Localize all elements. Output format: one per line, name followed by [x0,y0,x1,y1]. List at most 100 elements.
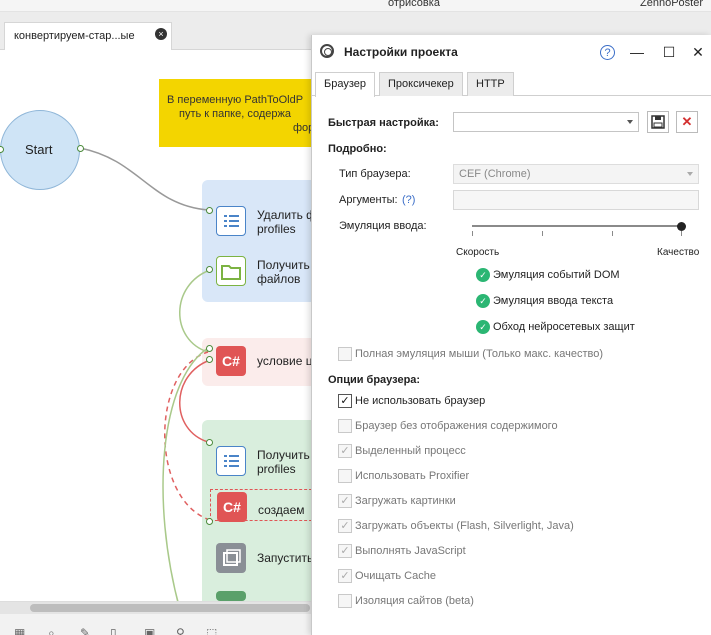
option-checkbox-proxifier[interactable] [338,469,352,483]
slider-handle[interactable] [677,222,686,231]
tab-http[interactable]: HTTP [467,72,514,96]
option-checkbox-images[interactable]: ✓ [338,494,352,508]
tab-proxychecker[interactable]: Проксичекер [379,72,463,96]
quick-setup-select[interactable] [453,112,639,132]
dialog-body: Быстрая настройка: ✕ Подробно: Тип брауз… [312,97,711,635]
top-bar-right-text: ZennoPoster [640,0,703,9]
node-get-files[interactable]: Получить файлов [210,254,322,286]
close-button[interactable]: ✕ [689,43,707,61]
horizontal-scrollbar[interactable] [0,602,312,614]
select-icon[interactable]: ⬚ [206,626,220,635]
node-text-1b: profiles [257,222,296,236]
option-label: Загружать картинки [355,495,456,507]
app-window: { "topbar": {"left_text": "отрисовка", "… [0,0,711,635]
node-port[interactable] [206,518,213,525]
node-text-2a: Получить [257,258,310,272]
node-text-4b: profiles [257,462,296,476]
node-port[interactable] [206,207,213,214]
scrollbar-thumb[interactable] [30,604,310,612]
project-settings-dialog: Настройки проекта ? — ☐ ✕ Браузер Прокси… [311,35,711,635]
start-label: Start [25,142,53,157]
gear-icon [320,44,334,58]
emulation-feature-2: Эмуляция ввода текста [493,295,614,307]
option-checkbox-dedicated-process[interactable]: ✓ [338,444,352,458]
canvas-note[interactable]: В переменную PathToOldP путь к папке, со… [159,79,311,147]
option-checkbox-clear-cache[interactable]: ✓ [338,569,352,583]
node-condition[interactable]: C# условие ц [210,344,322,376]
browser-type-select[interactable]: CEF (Chrome) [453,164,699,184]
save-button[interactable] [647,111,669,133]
close-icon: ✕ [681,114,693,129]
node-get-profiles[interactable]: Получить profiles [210,444,322,476]
emulation-feature-1: Эмуляция событий DOM [493,269,620,281]
check-circle-icon: ✓ [476,294,490,308]
list-icon [216,446,246,476]
slider-min-label: Скорость [456,247,500,258]
note-line-3: форм [293,122,311,134]
panel-icon[interactable]: ▣ [144,626,158,635]
maximize-button[interactable]: ☐ [660,43,678,61]
input-emulation-label: Эмуляция ввода: [339,220,427,232]
arguments-field[interactable] [453,190,699,210]
option-checkbox-javascript[interactable]: ✓ [338,544,352,558]
slider-tick [542,231,543,236]
full-mouse-label: Полная эмуляция мыши (Только макс. качес… [355,348,603,360]
slider-max-label: Качество [657,247,700,258]
folder-icon [216,256,246,286]
browser-type-label: Тип браузера: [339,168,411,180]
pin-icon[interactable]: ⚲ [176,626,190,635]
help-button[interactable]: ? [600,45,615,60]
option-checkbox-headless[interactable] [338,419,352,433]
node-launch[interactable]: Запустить [210,541,322,573]
full-mouse-checkbox[interactable] [338,347,352,361]
input-emulation-slider[interactable] [472,225,682,227]
save-icon [651,115,665,129]
node-text-6a: Запустить [257,551,314,565]
slider-tick [472,231,473,236]
connector-green-back [162,347,209,611]
chevron-down-icon [627,120,633,124]
dialog-titlebar: Настройки проекта ? — ☐ ✕ [312,35,711,69]
node-port[interactable] [206,345,213,352]
start-node[interactable]: Start [0,110,80,190]
arguments-help-link[interactable]: (?) [402,194,415,206]
emulation-feature-3: Обход нейросетевых защит [493,321,635,333]
copy-icon [216,543,246,573]
arguments-label: Аргументы: [339,194,398,206]
note-line-2: путь к папке, содержа [179,108,291,120]
node-create[interactable]: C# создаем [210,489,322,522]
details-label: Подробно: [328,143,387,155]
search-icon[interactable]: ⌕ [48,626,62,635]
option-label: Браузер без отображения содержимого [355,420,558,432]
slider-tick [681,231,682,236]
note-line-1: В переменную PathToOldP [167,94,304,106]
top-bar-left-text: отрисовка [388,0,440,9]
browser-type-value: CEF (Chrome) [459,168,531,180]
option-label: Загружать объекты (Flash, Silverlight, J… [355,520,574,532]
check-circle-icon: ✓ [476,268,490,282]
option-checkbox-no-browser[interactable]: ✓ [338,394,352,408]
node-port[interactable] [206,356,213,363]
csharp-icon: C# [216,346,246,376]
option-checkbox-site-isolation[interactable] [338,594,352,608]
option-checkbox-objects[interactable]: ✓ [338,519,352,533]
node-port[interactable] [206,439,213,446]
node-text-2b: файлов [257,272,301,286]
file-icon[interactable]: ▯ [110,626,124,635]
tab-browser[interactable]: Браузер [315,72,375,97]
csharp-icon: C# [217,492,247,522]
connector-green [179,269,211,353]
option-label: Выполнять JavaScript [355,545,466,557]
check-circle-icon: ✓ [476,320,490,334]
node-port[interactable] [206,266,213,273]
node-text-3a: условие ц [257,354,313,368]
pencil-icon[interactable]: ✎ [80,626,94,635]
start-port-right[interactable] [77,145,84,152]
grid-icon[interactable]: ▦ [14,626,28,635]
quick-setup-label: Быстрая настройка: [328,117,439,129]
browser-options-label: Опции браузера: [328,374,421,386]
connector-red [179,359,211,443]
delete-button[interactable]: ✕ [676,111,698,133]
node-delete-profiles[interactable]: Удалить ф profiles [210,204,322,236]
minimize-button[interactable]: — [628,43,646,61]
